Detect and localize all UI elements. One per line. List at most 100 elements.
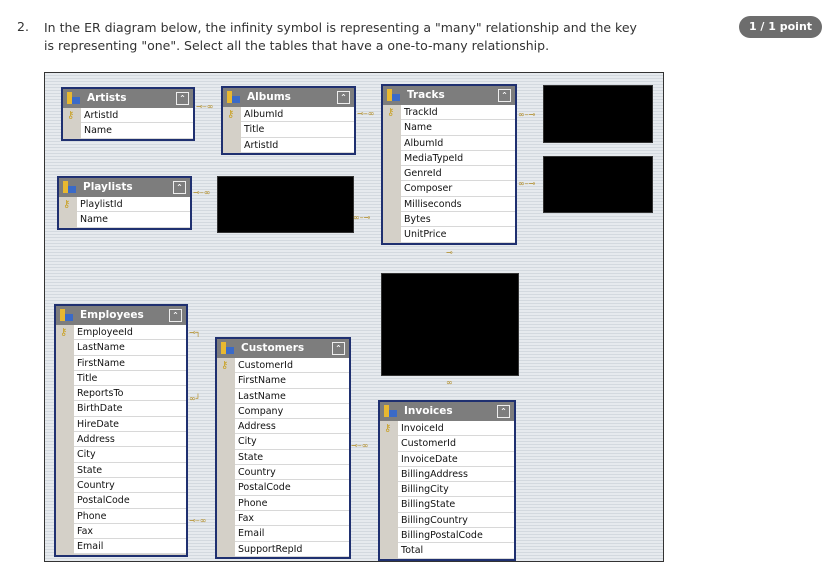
table-field: CustomerId: [398, 436, 514, 452]
table-field: FirstName: [74, 355, 186, 371]
table-field: Email: [235, 526, 349, 542]
table-field: PostalCode: [74, 493, 186, 509]
table-field: ⚷ AlbumId: [227, 107, 354, 123]
field-name: Phone: [238, 497, 268, 509]
table-field: HireDate: [74, 416, 186, 433]
table-field: Phone: [74, 508, 186, 524]
key-icon: ⚷: [60, 327, 68, 338]
table-field: Fax: [235, 510, 349, 527]
table-invoices[interactable]: Invoices ⌃ ⚷ InvoiceId CustomerId InvoiceDate…: [378, 400, 516, 561]
table-field: UnitPrice: [401, 227, 515, 243]
table-albums[interactable]: Albums ⌃ ⚷ AlbumId Title ArtistId: [221, 86, 356, 155]
relationship-connector: ∞┘: [189, 394, 201, 403]
field-name: ArtistId: [244, 139, 279, 151]
table-field: Bytes: [401, 212, 515, 228]
key-icon: ⚷: [227, 109, 235, 120]
table-icon: [384, 405, 397, 417]
table-header: Playlists ⌃: [59, 178, 190, 197]
redacted-table: [381, 273, 519, 376]
key-icon: ⚷: [384, 423, 392, 434]
field-name: PostalCode: [77, 495, 130, 507]
table-title: Employees: [80, 309, 144, 321]
field-name: Milliseconds: [404, 198, 462, 210]
table-field: BillingCity: [398, 482, 514, 498]
table-field: Milliseconds: [401, 196, 515, 213]
table-field: Address: [235, 419, 349, 435]
table-field: State: [235, 449, 349, 466]
field-name: PostalCode: [238, 482, 291, 494]
field-name: Name: [84, 125, 113, 137]
field-name: BillingAddress: [401, 468, 468, 480]
key-icon: ⚷: [63, 199, 71, 210]
table-field: Title: [241, 122, 354, 138]
table-customers[interactable]: Customers ⌃ ⚷ CustomerId FirstName LastName Co…: [215, 337, 351, 559]
field-name: Phone: [77, 510, 107, 522]
table-field: Total: [398, 543, 514, 559]
collapse-icon[interactable]: ⌃: [173, 181, 186, 194]
table-playlists[interactable]: Playlists ⌃ ⚷ PlaylistId Name: [57, 176, 192, 230]
field-name: GenreId: [404, 168, 442, 180]
field-name: Fax: [77, 525, 94, 537]
table-field: Composer: [401, 181, 515, 197]
table-title: Invoices: [404, 405, 453, 417]
field-name: Composer: [404, 183, 453, 195]
table-title: Albums: [247, 91, 291, 103]
field-name: AlbumId: [244, 109, 284, 120]
table-field: Name: [77, 212, 190, 228]
field-name: BirthDate: [77, 403, 123, 415]
table-artists[interactable]: Artists ⌃ ⚷ ArtistId Name: [61, 87, 195, 141]
collapse-icon[interactable]: ⌃: [497, 405, 510, 418]
field-name: State: [77, 464, 103, 476]
collapse-icon[interactable]: ⌃: [498, 89, 511, 102]
table-title: Artists: [87, 92, 127, 104]
field-name: PlaylistId: [80, 199, 123, 210]
collapse-icon[interactable]: ⌃: [337, 91, 350, 104]
field-name: TrackId: [404, 107, 438, 118]
table-tracks[interactable]: Tracks ⌃ ⚷ TrackId Name AlbumId MediaTypeId Gen…: [381, 84, 517, 245]
field-name: CustomerId: [401, 438, 456, 450]
table-field: LastName: [74, 340, 186, 356]
table-header: Albums ⌃: [223, 88, 354, 107]
field-name: Fax: [238, 512, 255, 524]
collapse-icon[interactable]: ⌃: [169, 309, 182, 322]
relationship-connector: ∞–⊸: [353, 213, 371, 222]
question-text: In the ER diagram below, the infinity sy…: [44, 20, 637, 53]
table-employees[interactable]: Employees ⌃ ⚷ EmployeeId LastName FirstName Ti…: [54, 304, 188, 557]
collapse-icon[interactable]: ⌃: [332, 342, 345, 355]
redacted-table: [543, 85, 653, 143]
table-icon: [387, 89, 400, 101]
relationship-connector: ⊸: [446, 248, 453, 257]
field-name: Address: [77, 434, 115, 446]
table-header: Employees ⌃: [56, 306, 186, 325]
field-name: State: [238, 451, 264, 463]
table-title: Tracks: [407, 89, 445, 101]
field-name: Name: [80, 214, 109, 226]
table-field: BillingAddress: [398, 466, 514, 483]
table-field: ⚷ CustomerId: [221, 358, 349, 374]
table-field: AlbumId: [401, 135, 515, 151]
collapse-icon[interactable]: ⌃: [176, 92, 189, 105]
table-field: ⚷ PlaylistId: [63, 197, 190, 213]
relationship-connector: ⊸–∞: [351, 441, 369, 450]
table-field: SupportRepId: [235, 541, 349, 557]
table-field: Phone: [235, 495, 349, 511]
table-icon: [60, 309, 73, 321]
field-name: FirstName: [77, 357, 126, 369]
table-field: Name: [81, 123, 193, 139]
table-field: Country: [74, 477, 186, 494]
table-field: ⚷ TrackId: [387, 105, 515, 121]
table-field: ReportsTo: [74, 386, 186, 402]
table-field: City: [235, 434, 349, 450]
field-name: Company: [238, 405, 284, 417]
field-name: InvoiceDate: [401, 453, 458, 465]
table-field: Title: [74, 370, 186, 387]
table-field: BirthDate: [74, 401, 186, 417]
field-name: LastName: [238, 390, 286, 402]
table-field: PostalCode: [235, 480, 349, 496]
table-field: Company: [235, 403, 349, 420]
field-name: BillingPostalCode: [401, 530, 483, 542]
table-icon: [227, 91, 240, 103]
relationship-connector: ⊸–∞: [196, 102, 214, 111]
field-name: Name: [404, 122, 433, 134]
table-field: ⚷ ArtistId: [67, 108, 193, 124]
